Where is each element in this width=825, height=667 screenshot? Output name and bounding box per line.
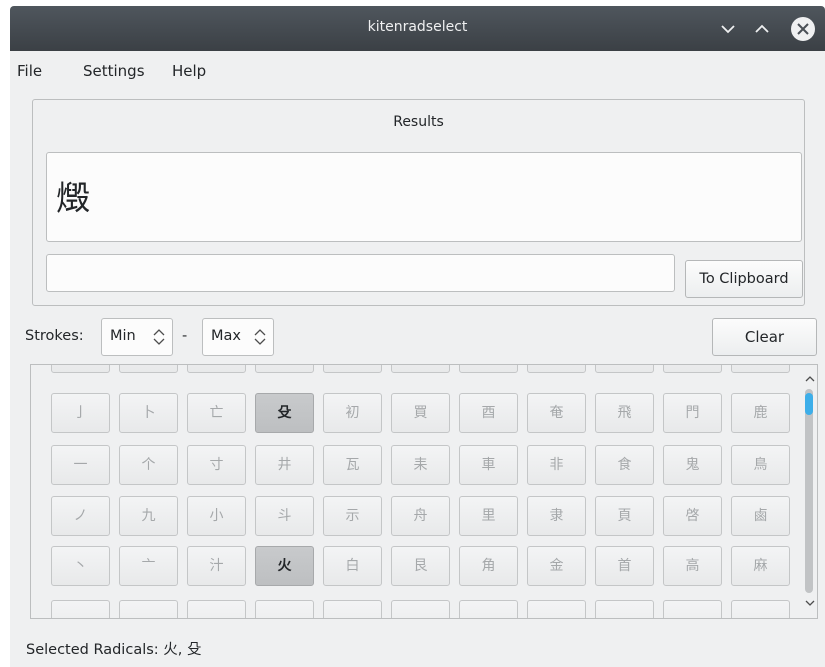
radical-button[interactable]: 里 <box>459 496 518 536</box>
radical-button[interactable]: 啓 <box>663 496 722 536</box>
radical-button[interactable]: 頁 <box>595 496 654 536</box>
radical-button[interactable] <box>187 600 246 618</box>
radical-button[interactable]: 火 <box>255 546 314 586</box>
max-strokes-spinbox[interactable]: Max <box>202 318 274 356</box>
selected-radicals-status: Selected Radicals: 火, 殳 <box>26 642 202 658</box>
radical-button[interactable] <box>663 365 722 373</box>
radical-button[interactable]: 井 <box>255 445 314 485</box>
radical-button[interactable]: 車 <box>459 445 518 485</box>
menu-bar: File Settings Help <box>10 52 825 86</box>
radical-button[interactable]: 斗 <box>255 496 314 536</box>
radical-button[interactable]: 耒 <box>391 445 450 485</box>
radical-button[interactable]: 鹿 <box>731 393 790 433</box>
clear-button[interactable]: Clear <box>712 318 817 356</box>
radical-button[interactable] <box>595 365 654 373</box>
radical-button[interactable] <box>595 600 654 618</box>
radical-button[interactable]: 鬼 <box>663 445 722 485</box>
menu-file[interactable]: File <box>17 62 42 80</box>
radical-button[interactable] <box>51 600 110 618</box>
results-input[interactable] <box>46 254 675 292</box>
to-clipboard-button[interactable]: To Clipboard <box>685 260 803 298</box>
radical-button[interactable] <box>527 365 586 373</box>
radical-button[interactable]: 舟 <box>391 496 450 536</box>
title-bar[interactable]: kitenradselect <box>10 6 825 51</box>
radical-button[interactable] <box>255 600 314 618</box>
radical-button[interactable] <box>527 600 586 618</box>
radical-button[interactable] <box>323 365 382 373</box>
radical-button[interactable]: 鳥 <box>731 445 790 485</box>
radical-button[interactable]: 艮 <box>391 546 450 586</box>
strokes-separator: - <box>182 328 188 344</box>
radical-button[interactable] <box>187 365 246 373</box>
radical-button[interactable]: 汁 <box>187 546 246 586</box>
radical-button[interactable]: 奄 <box>527 393 586 433</box>
radical-button[interactable] <box>119 600 178 618</box>
radical-button[interactable] <box>391 600 450 618</box>
radical-button[interactable] <box>255 365 314 373</box>
radical-button[interactable]: 隶 <box>527 496 586 536</box>
radical-button[interactable]: 門 <box>663 393 722 433</box>
scroll-up-icon[interactable] <box>804 373 816 385</box>
radical-button[interactable]: 个 <box>119 445 178 485</box>
radical-button[interactable] <box>731 365 790 373</box>
radical-button[interactable]: 卜 <box>119 393 178 433</box>
radical-button[interactable]: 鹵 <box>731 496 790 536</box>
menu-help[interactable]: Help <box>172 62 206 80</box>
radical-button[interactable]: 角 <box>459 546 518 586</box>
radical-button[interactable]: 高 <box>663 546 722 586</box>
radical-button[interactable]: 非 <box>527 445 586 485</box>
minimize-icon[interactable] <box>713 14 743 44</box>
results-area: 燬 <box>46 152 802 242</box>
radical-scrollbar[interactable] <box>802 365 817 618</box>
radical-button[interactable]: 瓦 <box>323 445 382 485</box>
min-strokes-value: Min <box>110 328 136 344</box>
min-strokes-spinbox[interactable]: Min <box>101 318 173 356</box>
radical-button[interactable]: 酉 <box>459 393 518 433</box>
app-window: kitenradselect File Settings Help Result… <box>10 6 825 667</box>
radical-button[interactable]: 首 <box>595 546 654 586</box>
radical-button[interactable]: 金 <box>527 546 586 586</box>
radical-button[interactable] <box>663 600 722 618</box>
radical-button[interactable]: 亠 <box>119 546 178 586</box>
radical-button[interactable]: 亡 <box>187 393 246 433</box>
radical-button[interactable] <box>459 600 518 618</box>
result-kanji[interactable]: 燬 <box>56 171 90 220</box>
radical-button[interactable]: ノ <box>51 496 110 536</box>
close-icon[interactable] <box>788 14 818 44</box>
radical-button[interactable] <box>391 365 450 373</box>
radical-button[interactable]: 殳 <box>255 393 314 433</box>
scroll-thumb[interactable] <box>805 393 813 415</box>
maximize-icon[interactable] <box>747 14 777 44</box>
radical-button[interactable]: 食 <box>595 445 654 485</box>
radical-button[interactable]: 白 <box>323 546 382 586</box>
radical-button[interactable]: 買 <box>391 393 450 433</box>
radical-button[interactable]: 寸 <box>187 445 246 485</box>
radical-button[interactable] <box>119 365 178 373</box>
radical-button[interactable]: 九 <box>119 496 178 536</box>
window-title: kitenradselect <box>367 19 468 35</box>
radical-button[interactable] <box>459 365 518 373</box>
radical-button[interactable]: 亅 <box>51 393 110 433</box>
radical-button[interactable]: 麻 <box>731 546 790 586</box>
radical-button[interactable]: 示 <box>323 496 382 536</box>
radical-button[interactable] <box>323 600 382 618</box>
spin-arrows-icon[interactable] <box>253 327 267 347</box>
radical-button[interactable]: 丶 <box>51 546 110 586</box>
radical-button[interactable] <box>51 365 110 373</box>
scroll-track[interactable] <box>805 389 813 593</box>
results-title: Results <box>393 114 444 130</box>
radical-button[interactable]: 小 <box>187 496 246 536</box>
menu-settings[interactable]: Settings <box>83 62 145 80</box>
max-strokes-value: Max <box>211 328 241 344</box>
radical-button[interactable]: 飛 <box>595 393 654 433</box>
spin-arrows-icon[interactable] <box>152 327 166 347</box>
radical-button[interactable] <box>731 600 790 618</box>
radical-button[interactable]: 一 <box>51 445 110 485</box>
radical-button[interactable]: 初 <box>323 393 382 433</box>
scroll-down-icon[interactable] <box>804 597 816 609</box>
radical-grid: 亅卜亡殳初買酉奄飛門鹿一个寸井瓦耒車非食鬼鳥ノ九小斗示舟里隶頁啓鹵丶亠汁火白艮角… <box>30 364 818 619</box>
strokes-label: Strokes: <box>25 328 84 344</box>
